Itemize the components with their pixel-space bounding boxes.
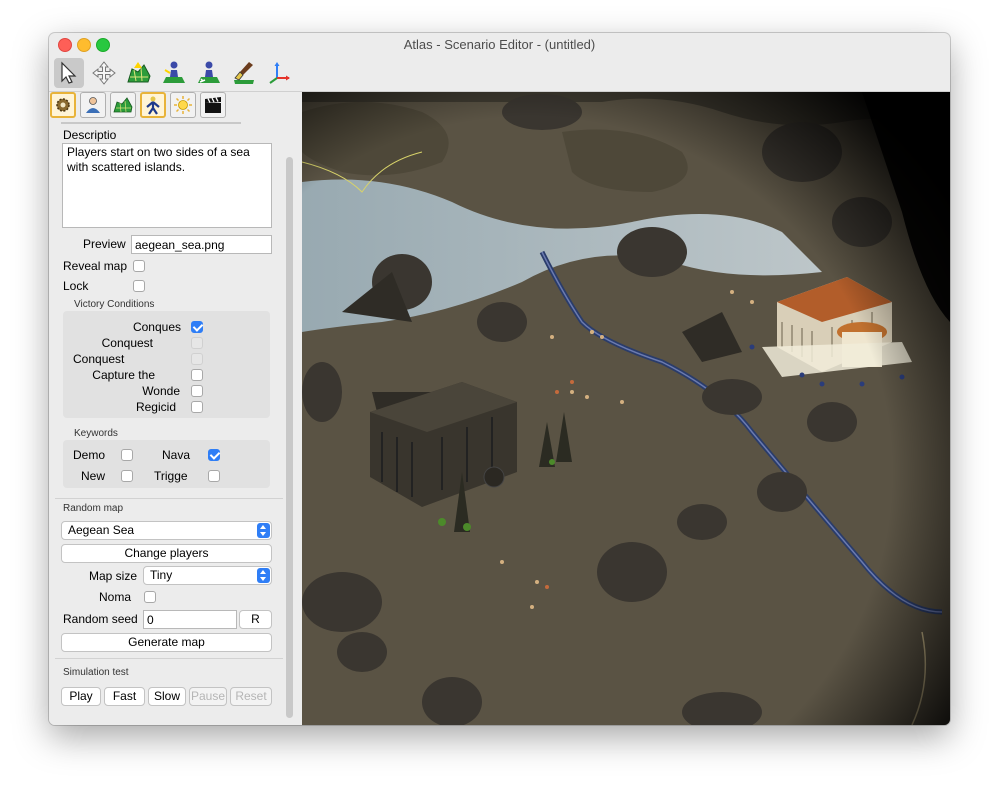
slow-button[interactable]: Slow <box>148 687 186 706</box>
move-arrows-icon <box>92 61 116 85</box>
unit-figure-icon <box>146 96 160 115</box>
nomad-label: Noma <box>99 590 132 604</box>
tab-player[interactable] <box>80 92 106 118</box>
preview-input[interactable]: aegean_sea.png <box>131 235 272 254</box>
scrolled-edge <box>61 122 241 124</box>
cursor-arrow-icon <box>61 61 77 84</box>
tab-environment[interactable] <box>170 92 196 118</box>
terrain-icon <box>113 97 133 113</box>
random-seed-label: Random seed <box>63 612 138 626</box>
generate-map-button[interactable]: Generate map <box>61 633 272 652</box>
map-size-select[interactable]: Tiny <box>143 566 272 585</box>
xyz-axes-icon <box>269 62 290 84</box>
paint-texture-tool[interactable] <box>229 58 259 88</box>
keyword-label-4: Trigge <box>154 469 188 483</box>
random-map-select[interactable]: Aegean Sea <box>61 521 272 540</box>
fast-button[interactable]: Fast <box>104 687 145 706</box>
pawn-edit-icon <box>198 61 220 83</box>
replace-object-tool[interactable] <box>194 58 224 88</box>
victory-conditions-title: Victory Conditions <box>74 299 155 310</box>
paint-terrain-tool[interactable] <box>124 58 154 88</box>
keyword-label-3: New <box>81 469 106 483</box>
random-map-value: Aegean Sea <box>68 523 135 537</box>
victory-checkbox-5[interactable] <box>191 385 203 397</box>
pause-button: Pause <box>189 687 227 706</box>
tab-map-settings[interactable] <box>50 92 76 118</box>
change-players-button[interactable]: Change players <box>61 544 272 563</box>
victory-checkbox-2 <box>191 337 203 349</box>
transform-tool[interactable] <box>89 58 119 88</box>
select-arrows-icon <box>257 568 270 583</box>
nomad-checkbox[interactable] <box>144 591 156 603</box>
description-label: Descriptio <box>63 128 117 142</box>
pawn-place-icon <box>163 61 185 83</box>
sidebar-scrollbar[interactable] <box>286 157 293 718</box>
random-map-title: Random map <box>63 503 124 514</box>
keyword-checkbox-2[interactable] <box>208 449 220 461</box>
victory-label-4: Capture the <box>92 368 155 382</box>
sidebar: Descriptio Players start on two sides of… <box>49 92 301 725</box>
keyword-label-1: Demo <box>73 448 106 462</box>
victory-label-1: Conques <box>132 320 181 334</box>
title-bar: Atlas - Scenario Editor - (untitled) <box>49 33 950 55</box>
victory-label-2: Conquest <box>101 336 153 350</box>
keyword-checkbox-3[interactable] <box>121 470 133 482</box>
terrain-scene[interactable] <box>302 92 950 725</box>
reveal-map-checkbox[interactable] <box>133 260 145 272</box>
preview-label: Preview <box>83 237 126 251</box>
tab-objects[interactable] <box>140 92 166 118</box>
editor-window: Atlas - Scenario Editor - (untitled) Des… <box>49 33 950 725</box>
reset-button: Reset <box>230 687 272 706</box>
lock-checkbox[interactable] <box>133 280 145 292</box>
tab-cinematics[interactable] <box>200 92 226 118</box>
divider <box>55 498 283 499</box>
victory-checkbox-1[interactable] <box>191 321 203 333</box>
description-textarea[interactable]: Players start on two sides of a sea with… <box>62 143 272 228</box>
keywords-title: Keywords <box>74 428 118 439</box>
map-size-label: Map size <box>89 569 138 583</box>
paint-brush-icon <box>234 62 254 84</box>
tab-terrain[interactable] <box>110 92 136 118</box>
victory-label-3: Conquest <box>73 352 125 366</box>
victory-label-5: Wonde <box>142 384 180 398</box>
play-button[interactable]: Play <box>61 687 101 706</box>
victory-label-6: Regicid <box>135 400 176 414</box>
victory-checkbox-6[interactable] <box>191 401 203 413</box>
lock-label: Lock <box>63 279 89 293</box>
reseed-button[interactable]: R <box>239 610 272 629</box>
game-viewport[interactable] <box>302 92 950 725</box>
terrain-elevation-icon <box>127 62 151 83</box>
sun-icon <box>174 96 192 114</box>
axis-tool[interactable] <box>264 58 294 88</box>
victory-checkbox-3 <box>191 353 203 365</box>
keyword-checkbox-4[interactable] <box>208 470 220 482</box>
window-title: Atlas - Scenario Editor - (untitled) <box>403 37 596 52</box>
clapperboard-icon <box>205 97 221 113</box>
gear-icon <box>56 98 70 112</box>
divider <box>55 658 283 659</box>
place-object-tool[interactable] <box>159 58 189 88</box>
keyword-checkbox-1[interactable] <box>121 449 133 461</box>
simulation-test-title: Simulation test <box>63 667 129 678</box>
victory-checkbox-4[interactable] <box>191 369 203 381</box>
toolbar <box>49 55 950 92</box>
random-seed-input[interactable]: 0 <box>143 610 237 629</box>
keyword-label-2: Nava <box>162 448 191 462</box>
person-icon <box>86 97 100 113</box>
select-unit-tool[interactable] <box>54 58 84 88</box>
select-arrows-icon <box>257 523 270 538</box>
reveal-map-label: Reveal map <box>63 259 128 273</box>
map-size-value: Tiny <box>150 568 173 582</box>
